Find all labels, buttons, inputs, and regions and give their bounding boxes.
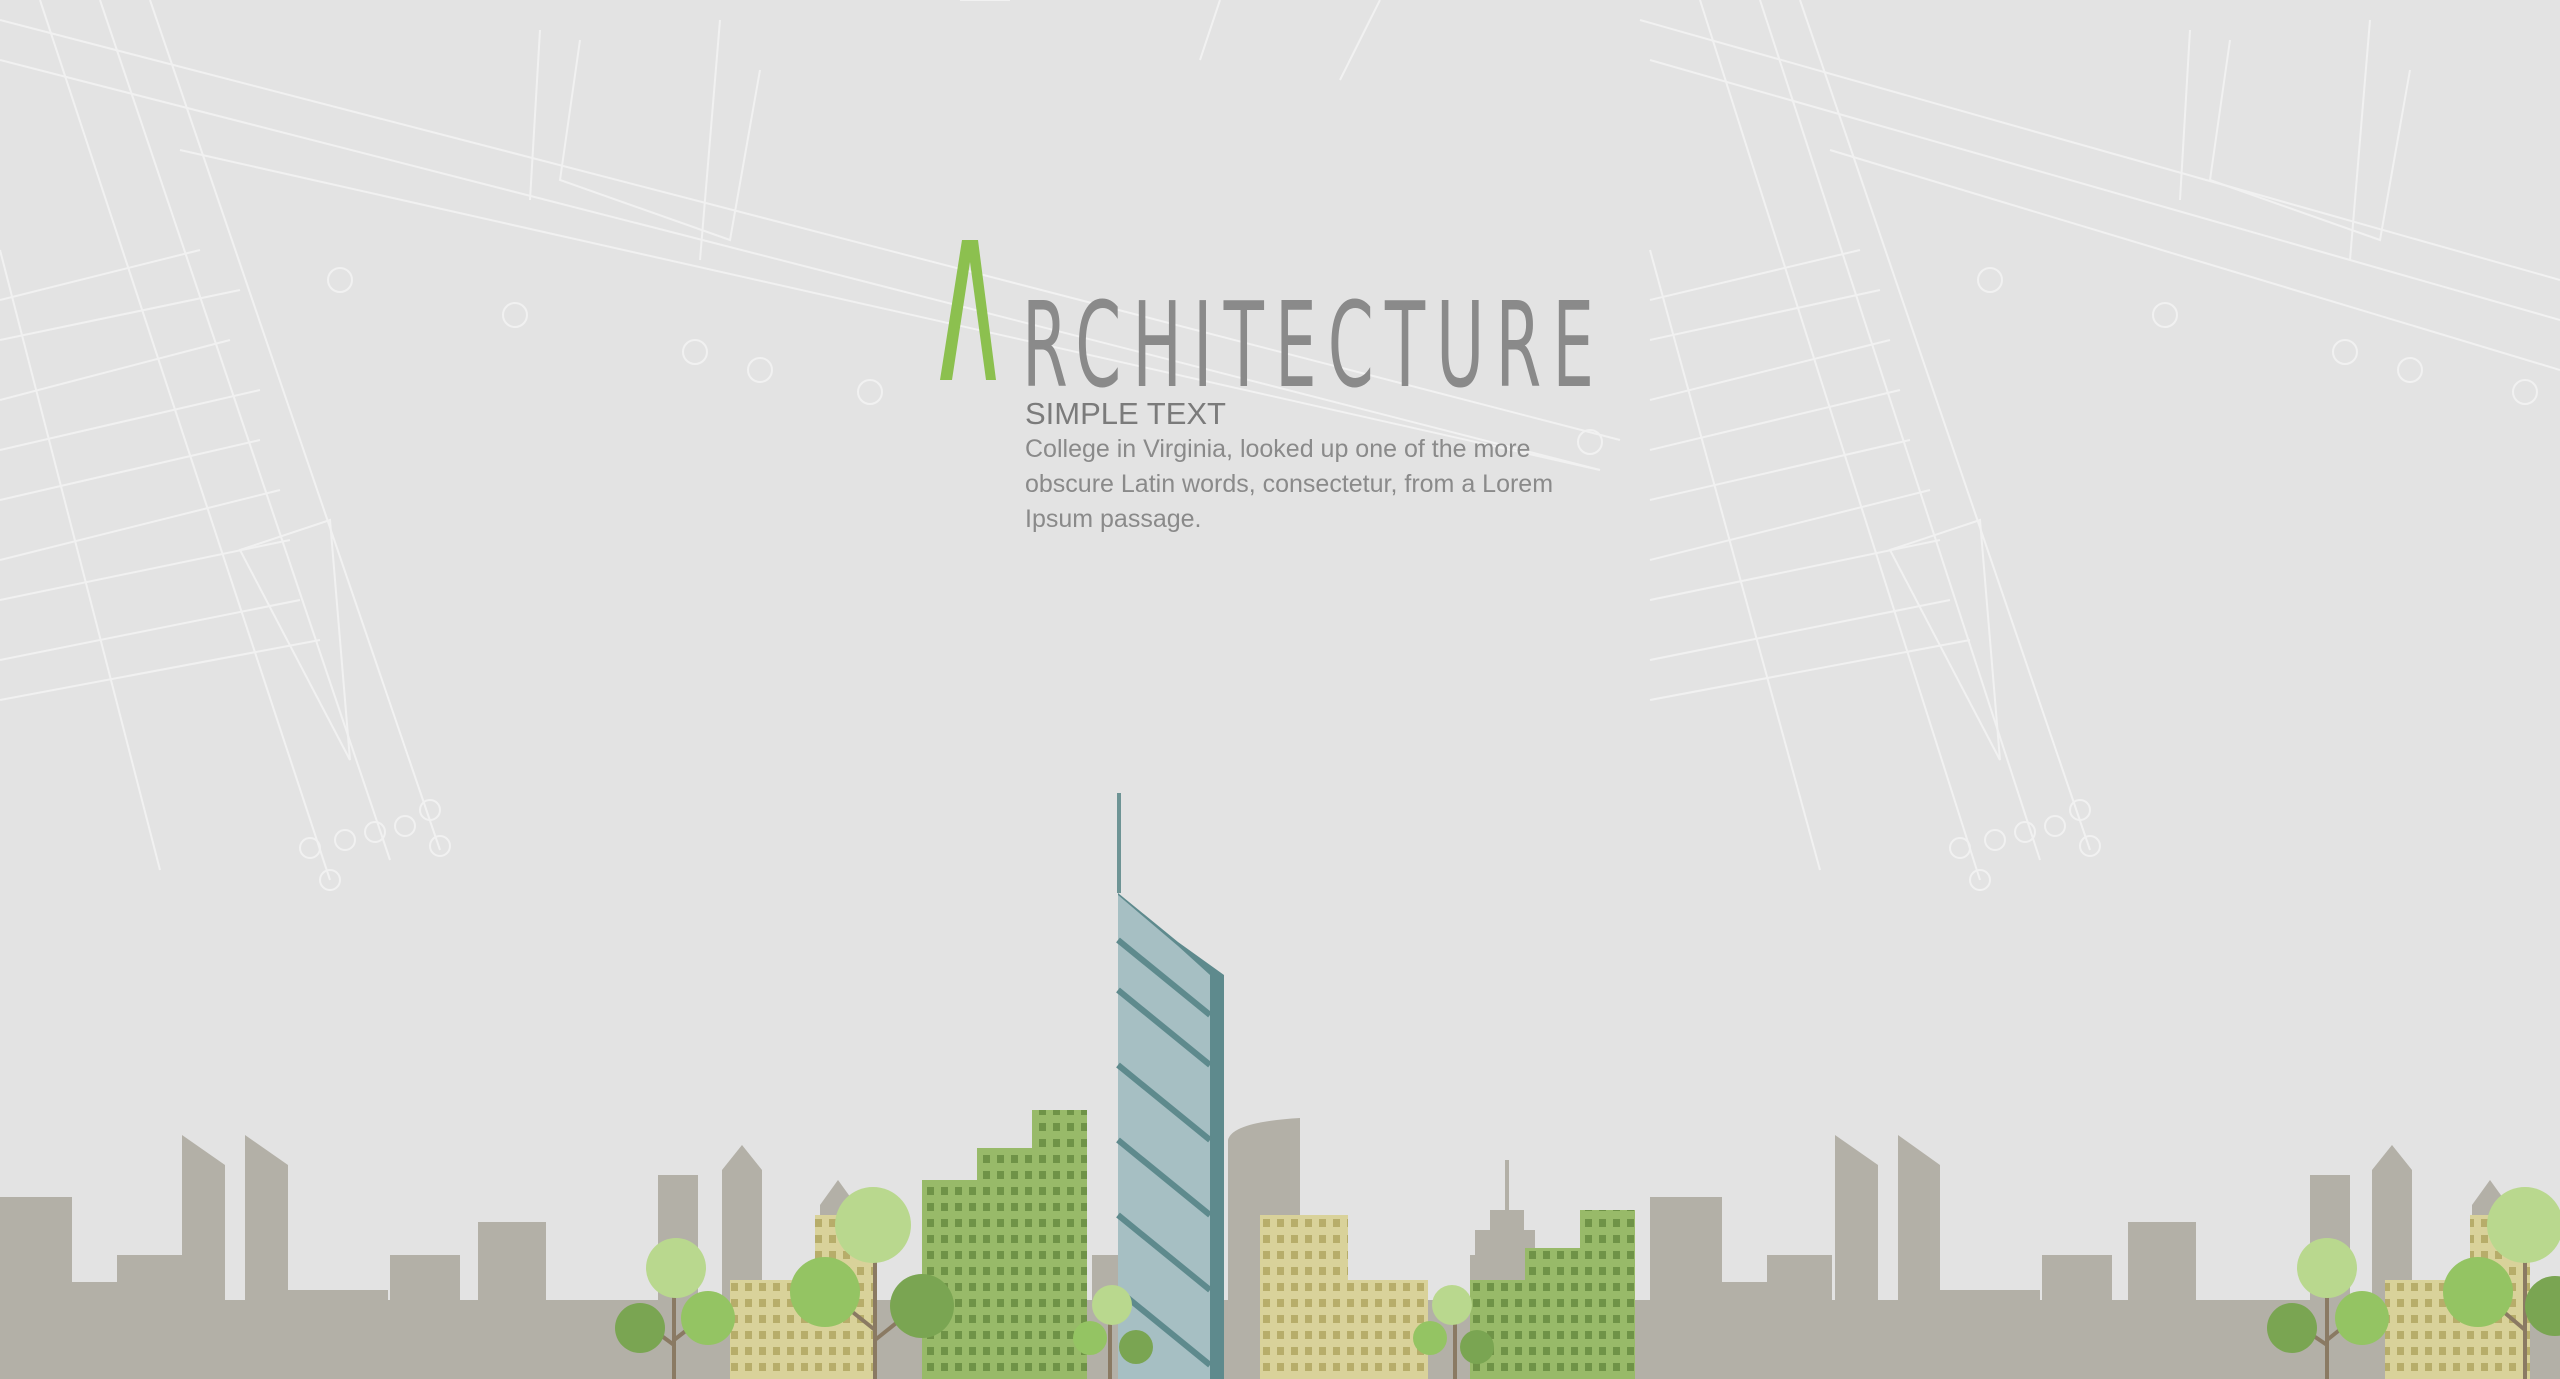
body-text: College in Virginia, looked up one of th… [1025,435,1554,533]
glass-tower [1116,793,1224,1379]
title-rest: RCHITECTURE [1022,276,1606,414]
subtitle: SIMPLE TEXT [1025,396,1226,431]
title-first-letter-logo [940,240,996,380]
city-skyline-illustration [0,793,2560,1379]
blueprint-right [1639,0,2560,891]
title: RCHITECTURE [940,240,1640,404]
